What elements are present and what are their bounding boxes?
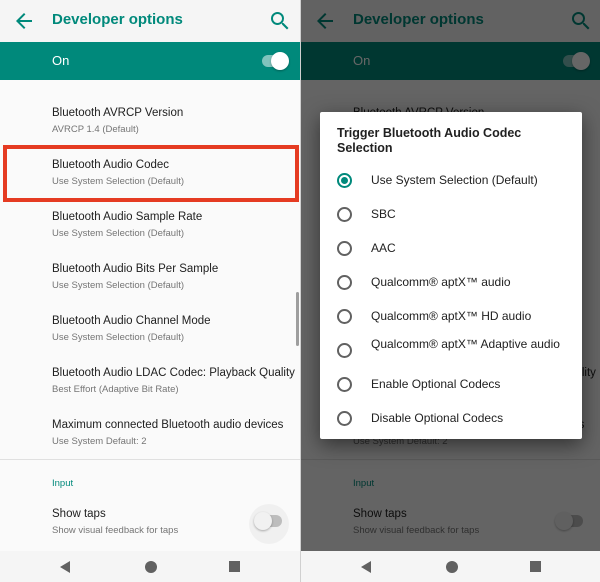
item-summary: Use System Selection (Default) (52, 228, 184, 239)
show-taps-toggle[interactable] (254, 512, 282, 530)
item-title: Bluetooth AVRCP Version (52, 107, 184, 119)
radio-option-label: AAC (371, 241, 396, 255)
list-item[interactable]: Bluetooth Audio Bits Per Sample Use Syst… (0, 263, 300, 315)
page-title: Developer options (52, 11, 183, 28)
radio-option-label: Qualcomm® aptX™ audio (371, 275, 511, 289)
list-item[interactable]: Bluetooth Audio Sample Rate Use System S… (0, 211, 300, 263)
radio-option-label: SBC (371, 207, 396, 221)
item-title: Maximum connected Bluetooth audio device… (52, 419, 284, 431)
search-icon[interactable] (268, 9, 292, 33)
app-bar: Developer options (0, 0, 300, 42)
radio-button[interactable] (337, 343, 352, 358)
list-item[interactable]: Bluetooth Audio Channel Mode Use System … (0, 315, 300, 367)
nav-bar (0, 551, 300, 582)
section-header-input: Input (52, 478, 74, 489)
radio-button[interactable] (337, 275, 352, 290)
radio-button-checked[interactable] (337, 173, 352, 188)
radio-option[interactable]: Qualcomm® aptX™ Adaptive audio (320, 337, 582, 373)
highlight-box (3, 145, 299, 202)
radio-option[interactable]: Use System Selection (Default) (320, 173, 582, 203)
item-summary: Use System Default: 2 (52, 436, 147, 447)
settings-screen-right: Developer options On Bluetooth AVRCP Ver… (301, 0, 600, 582)
codec-dialog: Trigger Bluetooth Audio Codec Selection … (320, 112, 582, 439)
radio-option-label: Disable Optional Codecs (371, 411, 504, 425)
item-title: Bluetooth Audio Bits Per Sample (52, 263, 219, 275)
radio-option-label: Qualcomm® aptX™ HD audio (371, 309, 532, 323)
radio-button[interactable] (337, 411, 352, 426)
item-summary: Use System Selection (Default) (52, 280, 184, 291)
master-toggle[interactable] (262, 52, 289, 70)
master-switch-label: On (52, 53, 70, 68)
radio-option[interactable]: AAC (320, 241, 582, 271)
settings-screen-left: Developer options On Bluetooth AVRCP Ver… (0, 0, 300, 582)
radio-option[interactable]: Enable Optional Codecs (320, 377, 582, 407)
radio-option[interactable]: Qualcomm® aptX™ HD audio (320, 309, 582, 339)
radio-option-label: Enable Optional Codecs (371, 377, 501, 391)
list-item[interactable]: Maximum connected Bluetooth audio device… (0, 419, 300, 471)
radio-option[interactable]: Disable Optional Codecs (320, 411, 582, 441)
master-switch-bar[interactable]: On (0, 42, 300, 80)
radio-button[interactable] (337, 241, 352, 256)
nav-back-icon[interactable] (361, 561, 371, 573)
item-title: Bluetooth Audio LDAC Codec: Playback Qua… (52, 367, 295, 379)
radio-option[interactable]: Qualcomm® aptX™ audio (320, 275, 582, 305)
nav-recents-icon[interactable] (530, 561, 541, 572)
radio-option-label: Qualcomm® aptX™ Adaptive audio (371, 337, 560, 351)
item-summary: Best Effort (Adaptive Bit Rate) (52, 384, 179, 395)
toggle-knob (254, 512, 272, 530)
item-summary: Show visual feedback for taps (52, 525, 179, 536)
item-title: Show taps (52, 508, 106, 520)
radio-button[interactable] (337, 377, 352, 392)
nav-bar (301, 551, 600, 582)
nav-home-icon[interactable] (145, 561, 157, 573)
radio-option-label: Use System Selection (Default) (371, 173, 538, 187)
radio-option[interactable]: SBC (320, 207, 582, 237)
section-divider (0, 459, 300, 460)
radio-button[interactable] (337, 309, 352, 324)
radio-button[interactable] (337, 207, 352, 222)
item-summary: AVRCP 1.4 (Default) (52, 124, 139, 135)
item-summary: Use System Selection (Default) (52, 332, 184, 343)
toggle-knob (271, 52, 289, 70)
nav-home-icon[interactable] (446, 561, 458, 573)
nav-recents-icon[interactable] (229, 561, 240, 572)
nav-back-icon[interactable] (60, 561, 70, 573)
item-title: Bluetooth Audio Channel Mode (52, 315, 211, 327)
list-item[interactable]: Bluetooth Audio LDAC Codec: Playback Qua… (0, 367, 300, 419)
item-title: Bluetooth Audio Sample Rate (52, 211, 203, 223)
scrollbar[interactable] (296, 292, 299, 346)
arrow-back-icon[interactable] (12, 9, 36, 33)
dialog-title: Trigger Bluetooth Audio Codec Selection (337, 126, 522, 155)
